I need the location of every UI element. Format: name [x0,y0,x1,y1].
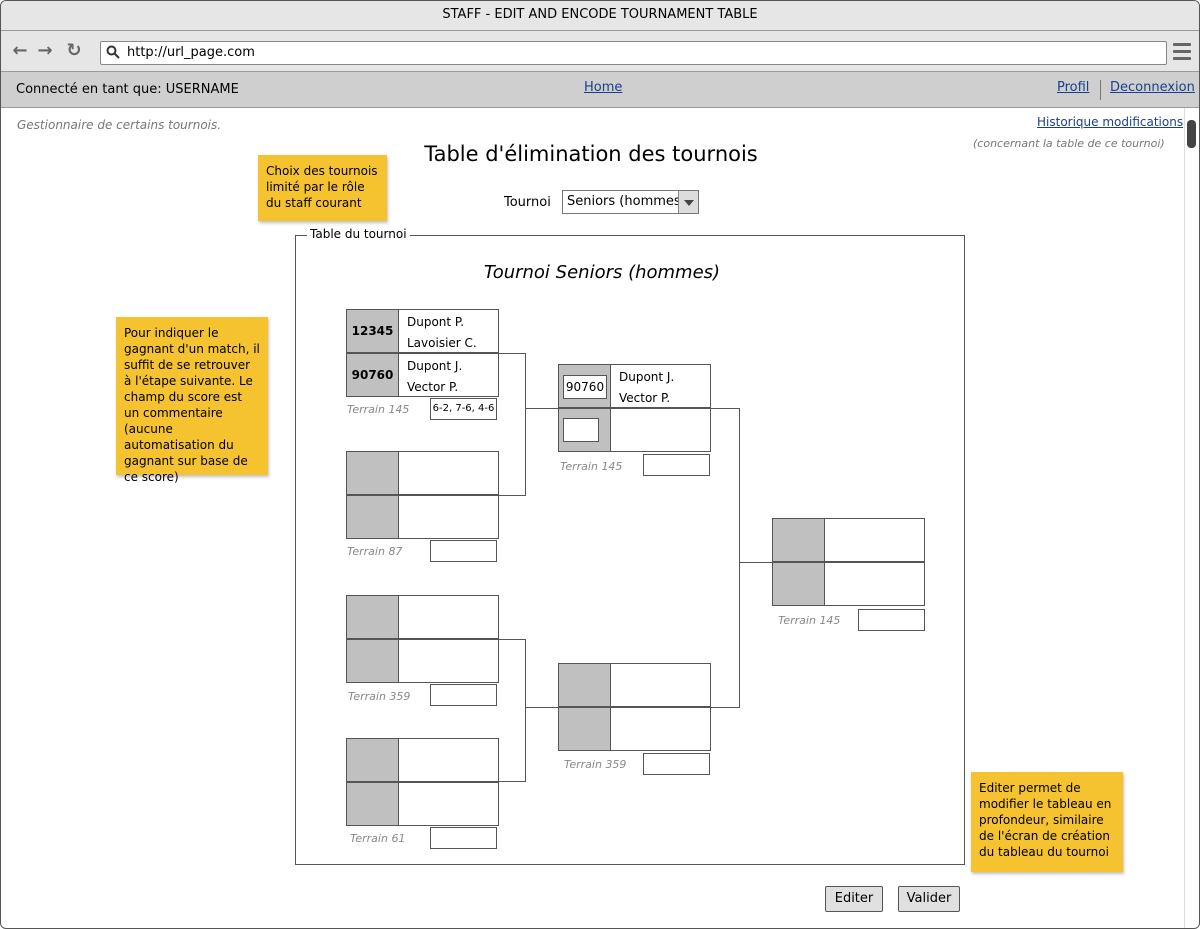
connector-line [739,408,740,708]
tournament-select-label: Tournoi [504,195,551,210]
player-name: Dupont J. [407,359,463,373]
score-field[interactable] [430,540,497,562]
player-names: Dupont J. Vector P. [619,367,674,409]
bracket-legend: Table du tournoi [307,227,410,241]
user-bar: Connecté en tant que: USERNAME Home Prof… [1,72,1199,108]
player-names: Dupont J. Vector P. [407,356,462,398]
page-title: Table d'élimination des tournois [424,142,758,166]
profil-link[interactable]: Profil [1057,80,1089,95]
forward-arrow-icon[interactable]: → [35,41,55,61]
terrain-label: Terrain 145 [347,403,410,416]
seed-cell [559,708,611,750]
player-name: Dupont J. [619,370,675,384]
player-name: Dupont P. [407,315,465,329]
connector-line [525,353,526,496]
score-field[interactable] [858,609,925,631]
score-field[interactable] [643,454,710,476]
divider [1100,80,1101,100]
connector-line [499,781,525,782]
connector-line [499,353,525,354]
terrain-label: Terrain 359 [564,758,627,771]
tournament-select[interactable]: Seniors (hommes) [562,190,699,214]
score-field[interactable] [430,684,497,706]
seed-cell [347,739,399,781]
match-slot[interactable]: 90760 Dupont J. Vector P. [346,353,499,397]
player-names: Dupont P. Lavoisier C. [407,312,477,354]
terrain-label: Terrain 359 [348,690,411,703]
match-slot[interactable] [346,639,499,683]
back-arrow-icon[interactable]: ← [10,41,30,61]
seed-cell [773,519,825,561]
menu-icon[interactable] [1173,43,1191,61]
match-slot[interactable]: 12345 Dupont P. Lavoisier C. [346,309,499,353]
seed-cell [347,596,399,638]
match-slot[interactable] [558,707,711,751]
edit-button[interactable]: Editer [825,886,883,912]
note-winner: Pour indiquer le gagnant d'un match, il … [116,317,268,484]
match-slot[interactable] [558,663,711,707]
match-slot[interactable] [346,782,499,826]
score-field[interactable] [643,753,710,775]
seed-number: 90760 [347,354,399,396]
connector-line [499,639,525,640]
seed-cell [347,496,399,538]
match-slot[interactable] [346,595,499,639]
terrain-label: Terrain 145 [560,460,623,473]
connector-line [739,562,772,563]
score-field[interactable] [430,827,497,849]
seed-number: 12345 [347,310,399,352]
match-slot[interactable] [346,495,499,539]
browser-window: STAFF - EDIT AND ENCODE TOURNAMENT TABLE… [0,0,1200,929]
reload-icon[interactable]: ↻ [64,41,84,61]
match-slot[interactable] [346,451,499,495]
seed-input[interactable]: 90760 [563,375,607,399]
connector-line [525,707,558,708]
bracket-title: Tournoi Seniors (hommes) [483,262,721,283]
seed-cell [347,783,399,825]
chevron-down-icon[interactable] [678,191,698,213]
url-text: http://url_page.com [127,45,255,60]
connector-line [711,707,739,708]
connector-line [711,408,739,409]
seed-cell [347,452,399,494]
match-slot[interactable] [772,562,925,606]
validate-button[interactable]: Valider [898,886,960,912]
player-name: Vector P. [619,391,671,405]
logout-link[interactable]: Deconnexion [1110,80,1195,95]
score-field[interactable]: 6-2, 7-6, 4-6 [430,398,497,420]
page-subtitle: Gestionnaire de certains tournois. [17,118,222,132]
match-slot[interactable] [558,408,711,452]
seed-cell [347,640,399,682]
note-tournament-choice: Choix des tournois limité par le rôle du… [258,155,387,221]
player-name: Vector P. [407,380,459,394]
player-name: Lavoisier C. [407,336,477,350]
browser-toolbar: ← → ↻ http://url_page.com [1,31,1199,72]
seed-cell [559,409,611,451]
connector-line [525,408,558,409]
window-title: STAFF - EDIT AND ENCODE TOURNAMENT TABLE [1,1,1199,31]
search-icon [106,45,120,59]
tournament-select-value: Seniors (hommes) [567,194,686,209]
seed-input[interactable] [563,418,599,442]
url-bar[interactable]: http://url_page.com [100,41,1167,65]
scrollbar[interactable] [1184,108,1198,928]
scrollbar-thumb[interactable] [1187,120,1196,148]
connected-user-label: Connecté en tant que: USERNAME [16,82,239,97]
seed-cell: 90760 [559,365,611,407]
connector-line [525,639,526,782]
terrain-label: Terrain 87 [347,545,403,558]
connector-line [499,495,525,496]
note-edit: Editer permet de modifier le tableau en … [971,772,1123,872]
terrain-label: Terrain 61 [350,832,406,845]
match-slot[interactable]: 90760 Dupont J. Vector P. [558,364,711,408]
match-slot[interactable] [772,518,925,562]
seed-cell [773,563,825,605]
seed-cell [559,664,611,706]
home-link[interactable]: Home [584,80,622,95]
history-link[interactable]: Historique modifications [1037,115,1183,129]
terrain-label: Terrain 145 [778,614,841,627]
match-slot[interactable] [346,738,499,782]
